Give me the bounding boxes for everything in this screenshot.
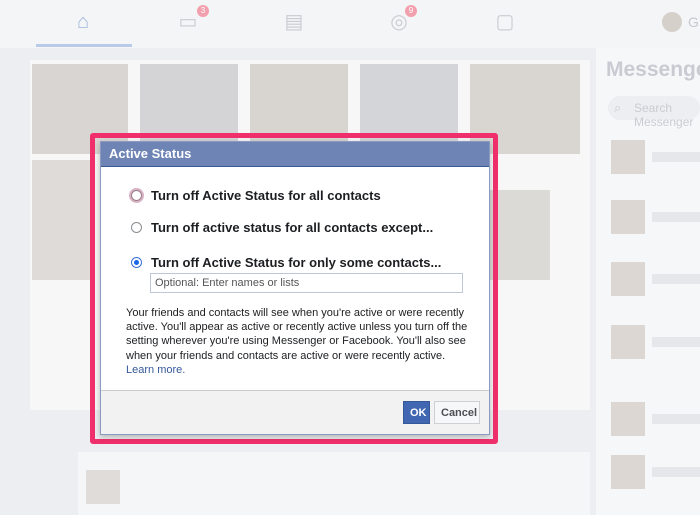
radio-turn-off-some[interactable]: [131, 257, 142, 268]
active-status-dialog: Active Status Turn off Active Status for…: [100, 141, 490, 435]
option-label: Turn off Active Status for only some con…: [151, 255, 442, 270]
gaming-icon[interactable]: ▢: [494, 12, 516, 32]
contact-avatar[interactable]: [611, 402, 645, 436]
search-icon: ⌕: [614, 100, 622, 115]
option-label: Turn off Active Status for all contacts: [151, 188, 381, 203]
feed-post-card: [78, 452, 590, 515]
profile-avatar[interactable]: [662, 12, 682, 32]
contact-name[interactable]: [652, 414, 700, 424]
dialog-title: Active Status: [101, 142, 489, 167]
contact-name[interactable]: [652, 337, 700, 347]
option-turn-off-some[interactable]: Turn off Active Status for only some con…: [131, 255, 441, 270]
contact-name[interactable]: [652, 467, 700, 477]
description-text: Your friends and contacts will see when …: [126, 307, 468, 362]
home-icon[interactable]: ⌂: [72, 12, 94, 32]
radio-turn-off-except[interactable]: [131, 222, 142, 233]
cancel-button[interactable]: Cancel: [434, 401, 480, 424]
contact-name[interactable]: [652, 212, 700, 222]
contact-name[interactable]: [652, 152, 700, 162]
option-turn-off-all[interactable]: Turn off Active Status for all contacts: [131, 188, 381, 203]
contact-avatar[interactable]: [611, 325, 645, 359]
groups-badge: 9: [405, 5, 417, 17]
messenger-search-placeholder: Search Messenger: [634, 101, 694, 129]
marketplace-icon[interactable]: ▤: [283, 12, 305, 32]
post-avatar[interactable]: [86, 470, 120, 504]
radio-turn-off-all[interactable]: [131, 190, 142, 201]
watch-badge: 3: [197, 5, 209, 17]
names-or-lists-input[interactable]: [150, 273, 463, 293]
story-thumbnail[interactable]: [490, 190, 550, 280]
option-label: Turn off active status for all contacts …: [151, 220, 434, 235]
contact-avatar[interactable]: [611, 200, 645, 234]
option-turn-off-except[interactable]: Turn off active status for all contacts …: [131, 220, 433, 235]
contact-avatar[interactable]: [611, 262, 645, 296]
messenger-title: Messenger: [606, 58, 700, 81]
status-description: Your friends and contacts will see when …: [126, 306, 468, 377]
dialog-footer: OK Cancel: [101, 390, 489, 434]
contact-name[interactable]: [652, 274, 700, 284]
home-tab-indicator: [36, 44, 132, 47]
top-navigation-bar: ⌂ ▭ 3 ▤ ◎ 9 ▢ G: [0, 0, 700, 48]
watch-icon[interactable]: ▭: [177, 12, 199, 32]
profile-name[interactable]: G: [688, 14, 699, 30]
ok-button[interactable]: OK: [403, 401, 430, 424]
contact-avatar[interactable]: [611, 140, 645, 174]
story-thumbnail[interactable]: [32, 160, 90, 280]
learn-more-link[interactable]: Learn more.: [126, 364, 185, 376]
contact-avatar[interactable]: [611, 455, 645, 489]
